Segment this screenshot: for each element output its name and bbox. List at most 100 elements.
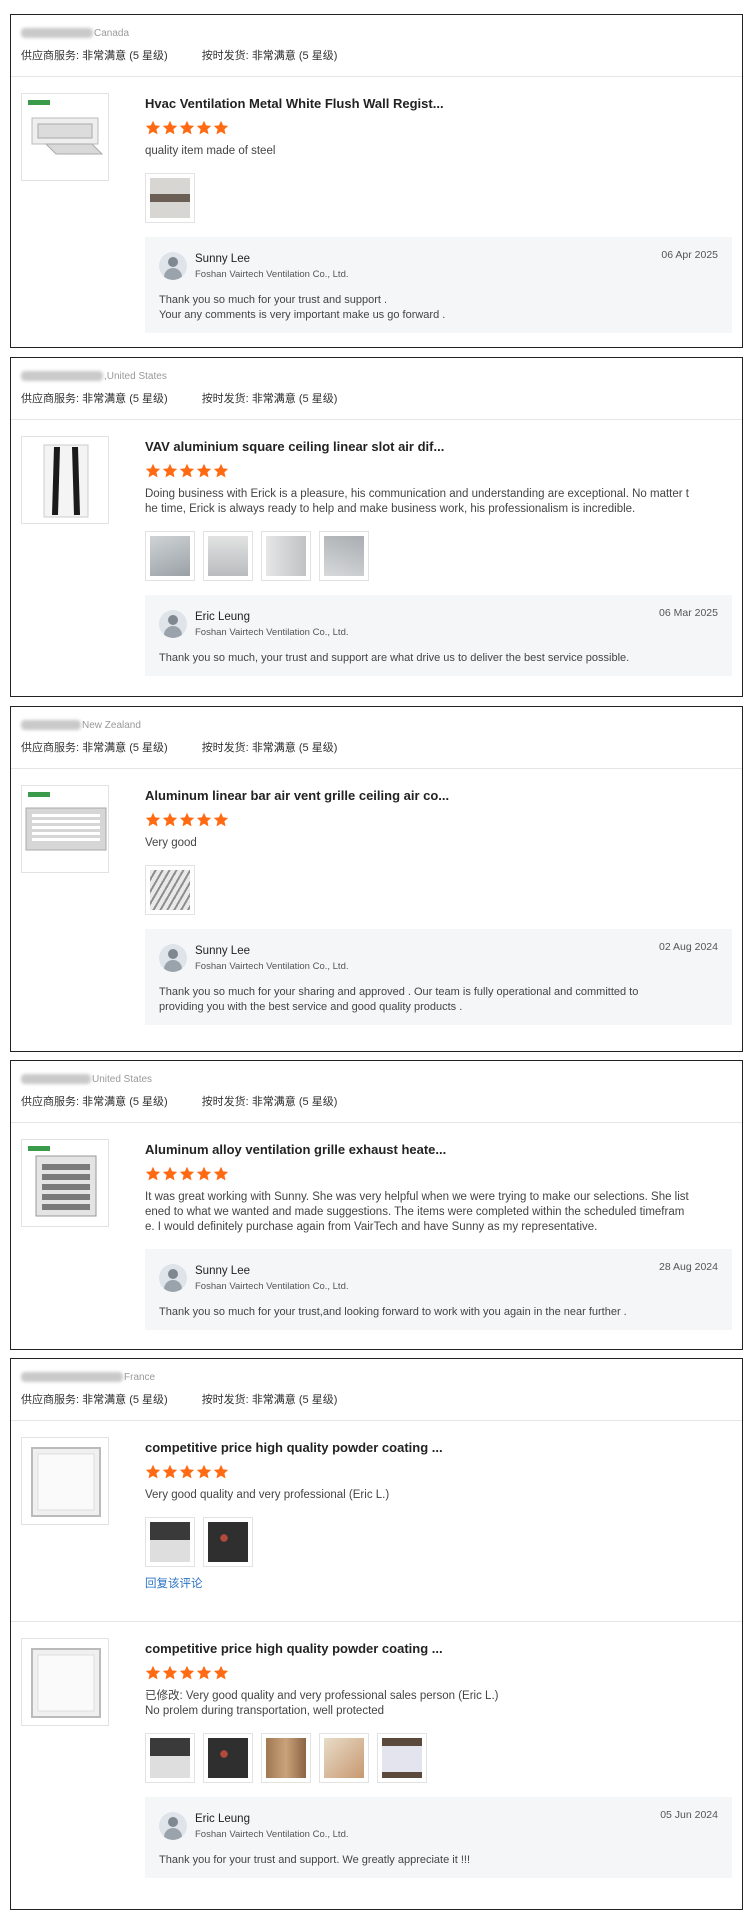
replier-name: Eric Leung xyxy=(195,1812,250,1825)
star-icon xyxy=(162,812,178,828)
review-photo[interactable] xyxy=(377,1733,427,1783)
on-time-value: 非常满意 xyxy=(251,1394,296,1406)
buyer-country: New Zealand xyxy=(82,719,141,731)
star-icon xyxy=(213,120,229,136)
review-text: Doing business with Erick is a pleasure,… xyxy=(145,487,732,517)
review-photo[interactable] xyxy=(145,173,195,223)
supplier-service-level: (5 星级) xyxy=(129,742,168,754)
star-icon xyxy=(213,1464,229,1480)
buyer-country: France xyxy=(124,1371,156,1383)
star-icon xyxy=(196,120,212,136)
replier-company: Foshan Vairtech Ventilation Co., Ltd. xyxy=(195,268,349,280)
seller-reply: Sunny Lee Foshan Vairtech Ventilation Co… xyxy=(145,929,732,1025)
star-rating xyxy=(145,1166,732,1184)
product-thumbnail[interactable] xyxy=(21,1139,109,1227)
review-text: It was great working with Sunny. She was… xyxy=(145,1190,732,1235)
star-icon xyxy=(145,1166,161,1182)
supplier-ratings: 供应商服务: 非常满意 (5 星级) 按时发货: 非常满意 (5 星级) xyxy=(21,390,732,406)
seller-reply: Eric Leung Foshan Vairtech Ventilation C… xyxy=(145,1797,732,1878)
seller-reply: Sunny Lee Foshan Vairtech Ventilation Co… xyxy=(145,237,732,333)
replier-avatar xyxy=(159,1812,187,1840)
supplier-service-level: (5 星级) xyxy=(129,393,168,405)
on-time-level: (5 星级) xyxy=(298,1096,338,1108)
review-card: ,United States 供应商服务: 非常满意 (5 星级) 按时发货: … xyxy=(10,357,743,697)
review-photo[interactable] xyxy=(319,531,369,581)
replier-name: Sunny Lee xyxy=(195,1264,250,1277)
buyer-info: France xyxy=(21,1369,732,1385)
review-photo[interactable] xyxy=(145,865,195,915)
product-thumbnail[interactable] xyxy=(21,1437,109,1525)
star-icon xyxy=(196,463,212,479)
on-time-label: 按时发货: xyxy=(201,1096,249,1108)
on-time-value: 非常满意 xyxy=(251,742,296,754)
replier-company: Foshan Vairtech Ventilation Co., Ltd. xyxy=(195,626,349,638)
review-photo[interactable] xyxy=(145,1733,195,1783)
review-text: Very good xyxy=(145,837,197,849)
star-icon xyxy=(145,812,161,828)
reply-text-line: providing you with the best service and … xyxy=(159,1001,463,1013)
review-item: Hvac Ventilation Metal White Flush Wall … xyxy=(11,77,742,333)
product-thumbnail[interactable] xyxy=(21,436,109,524)
star-icon xyxy=(179,812,195,828)
replier-company: Foshan Vairtech Ventilation Co., Ltd. xyxy=(195,1828,349,1840)
product-title[interactable]: competitive price high quality powder co… xyxy=(145,1638,732,1660)
supplier-ratings: 供应商服务: 非常满意 (5 星级) 按时发货: 非常满意 (5 星级) xyxy=(21,1093,732,1109)
product-title[interactable]: Aluminum alloy ventilation grille exhaus… xyxy=(145,1139,732,1161)
review-item: VAV aluminium square ceiling linear slot… xyxy=(11,420,742,676)
review-photo[interactable] xyxy=(145,1517,195,1567)
star-icon xyxy=(179,1665,195,1681)
review-photo[interactable] xyxy=(203,1733,253,1783)
review-photo[interactable] xyxy=(145,531,195,581)
supplier-ratings: 供应商服务: 非常满意 (5 星级) 按时发货: 非常满意 (5 星级) xyxy=(21,739,732,755)
product-title[interactable]: competitive price high quality powder co… xyxy=(145,1437,732,1459)
review-header: United States 供应商服务: 非常满意 (5 星级) 按时发货: 非… xyxy=(11,1061,742,1123)
buyer-name-blurred xyxy=(21,720,81,730)
star-icon xyxy=(196,1464,212,1480)
product-title[interactable]: Aluminum linear bar air vent grille ceil… xyxy=(145,785,732,807)
on-time-level: (5 星级) xyxy=(298,50,338,62)
review-photo[interactable] xyxy=(319,1733,369,1783)
reply-to-review-link[interactable]: 回复该评论 xyxy=(145,1575,203,1591)
on-time-value: 非常满意 xyxy=(251,1096,296,1108)
product-title[interactable]: Hvac Ventilation Metal White Flush Wall … xyxy=(145,93,732,115)
review-text-line: e. I would definitely purchase again fro… xyxy=(145,1221,598,1233)
review-photo[interactable] xyxy=(203,531,253,581)
review-photo[interactable] xyxy=(261,1733,311,1783)
product-thumbnail[interactable] xyxy=(21,93,109,181)
product-title[interactable]: VAV aluminium square ceiling linear slot… xyxy=(145,436,732,458)
star-icon xyxy=(179,120,195,136)
star-icon xyxy=(162,1464,178,1480)
product-thumbnail[interactable] xyxy=(21,1638,109,1726)
buyer-country: United States xyxy=(92,1073,153,1085)
review-text-line: It was great working with Sunny. She was… xyxy=(145,1191,689,1203)
replier-company: Foshan Vairtech Ventilation Co., Ltd. xyxy=(195,960,349,972)
reply-text-line: Thank you so much for your trust and sup… xyxy=(159,294,388,306)
replier-company: Foshan Vairtech Ventilation Co., Ltd. xyxy=(195,1280,349,1292)
star-icon xyxy=(145,120,161,136)
review-item: Aluminum alloy ventilation grille exhaus… xyxy=(11,1123,742,1330)
star-icon xyxy=(213,812,229,828)
reply-text: Thank you so much for your sharing and a… xyxy=(159,985,718,1015)
review-photos xyxy=(145,173,732,223)
review-photo[interactable] xyxy=(203,1517,253,1567)
on-time-label: 按时发货: xyxy=(201,1394,249,1406)
star-icon xyxy=(196,812,212,828)
on-time-value: 非常满意 xyxy=(251,393,296,405)
supplier-service-value: 非常满意 xyxy=(82,393,127,405)
on-time-label: 按时发货: xyxy=(201,50,249,62)
supplier-ratings: 供应商服务: 非常满意 (5 星级) 按时发货: 非常满意 (5 星级) xyxy=(21,1391,732,1407)
review-text: quality item made of steel xyxy=(145,145,276,157)
review-photo[interactable] xyxy=(261,531,311,581)
star-icon xyxy=(162,1166,178,1182)
buyer-name-blurred xyxy=(21,1372,123,1382)
on-time-level: (5 星级) xyxy=(298,742,338,754)
product-thumbnail[interactable] xyxy=(21,785,109,873)
buyer-country: ,United States xyxy=(104,370,167,382)
buyer-name-blurred xyxy=(21,371,103,381)
supplier-service-value: 非常满意 xyxy=(82,1394,127,1406)
buyer-info: Canada xyxy=(21,25,732,41)
review-item: Aluminum linear bar air vent grille ceil… xyxy=(11,769,742,1025)
buyer-name-blurred xyxy=(21,28,93,38)
replier-avatar xyxy=(159,252,187,280)
review-text: Very good quality and very professional … xyxy=(145,1489,390,1501)
